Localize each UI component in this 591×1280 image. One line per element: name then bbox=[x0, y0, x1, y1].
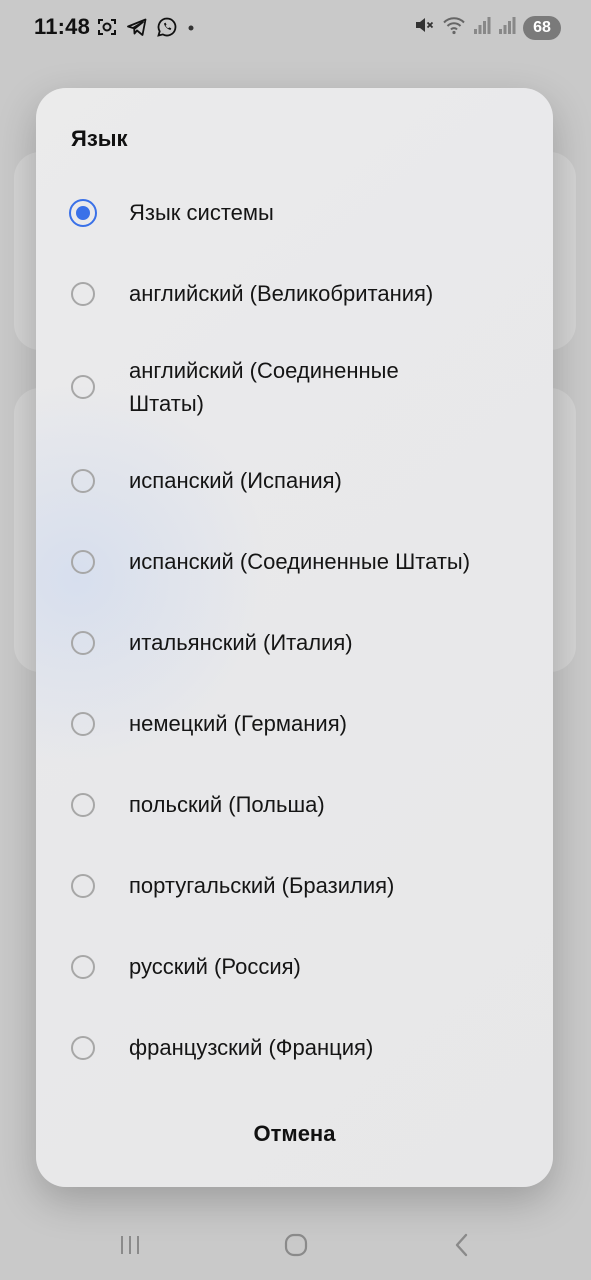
radio-unselected-icon[interactable] bbox=[71, 792, 95, 817]
notification-dot-icon bbox=[186, 16, 196, 43]
language-dialog: Язык Язык системы английский (Великобрит… bbox=[36, 88, 553, 1187]
option-label: испанский (Соединенные Штаты) bbox=[129, 549, 471, 574]
language-option-german[interactable]: немецкий (Германия) bbox=[36, 683, 553, 764]
option-label: французский (Франция) bbox=[129, 1035, 374, 1060]
radio-unselected-icon[interactable] bbox=[71, 375, 95, 399]
language-option-french[interactable]: французский (Франция) bbox=[36, 1007, 553, 1088]
radio-unselected-icon[interactable] bbox=[71, 873, 95, 898]
dialog-title: Язык bbox=[71, 126, 128, 151]
navigation-bar bbox=[0, 1210, 591, 1280]
notification-icons bbox=[96, 16, 196, 43]
option-label: португальский (Бразилия) bbox=[129, 873, 395, 898]
language-option-portuguese[interactable]: португальский (Бразилия) bbox=[36, 845, 553, 926]
language-option-english-uk[interactable]: английский (Великобритания) bbox=[36, 253, 553, 334]
radio-unselected-icon[interactable] bbox=[71, 711, 95, 736]
mute-icon bbox=[413, 14, 435, 41]
option-label: английский (Соединенные Штаты) bbox=[129, 358, 399, 416]
signal-icon-sim1 bbox=[473, 14, 491, 41]
screenshot-icon bbox=[96, 16, 118, 43]
option-label: испанский (Испания) bbox=[129, 468, 342, 493]
language-option-spanish-us[interactable]: испанский (Соединенные Штаты) bbox=[36, 521, 553, 602]
whatsapp-icon bbox=[156, 16, 178, 43]
radio-unselected-icon[interactable] bbox=[71, 954, 95, 979]
radio-unselected-icon[interactable] bbox=[71, 281, 95, 306]
telegram-icon bbox=[126, 16, 148, 43]
language-option-italian[interactable]: итальянский (Италия) bbox=[36, 602, 553, 683]
option-label: немецкий (Германия) bbox=[129, 711, 347, 736]
option-label: русский (Россия) bbox=[129, 954, 301, 979]
back-icon[interactable] bbox=[442, 1230, 482, 1260]
option-label: итальянский (Италия) bbox=[129, 630, 353, 655]
battery-icon: 68 bbox=[523, 15, 561, 40]
radio-unselected-icon[interactable] bbox=[71, 549, 95, 574]
radio-unselected-icon[interactable] bbox=[71, 1035, 95, 1060]
option-label: Язык системы bbox=[129, 200, 274, 225]
language-option-russian[interactable]: русский (Россия) bbox=[36, 926, 553, 1007]
status-bar: 11:48 68 bbox=[0, 0, 591, 56]
option-label: польский (Польша) bbox=[129, 792, 325, 817]
language-option-polish[interactable]: польский (Польша) bbox=[36, 764, 553, 845]
wifi-icon bbox=[442, 14, 466, 41]
signal-icon-sim2 bbox=[498, 14, 516, 41]
radio-unselected-icon[interactable] bbox=[71, 468, 95, 493]
language-option-system[interactable]: Язык системы bbox=[36, 172, 553, 253]
radio-unselected-icon[interactable] bbox=[71, 630, 95, 655]
language-options-list: Язык системы английский (Великобритания)… bbox=[36, 172, 553, 1088]
radio-selected-icon[interactable] bbox=[69, 198, 97, 227]
home-icon[interactable] bbox=[276, 1230, 316, 1260]
cancel-button[interactable]: Отмена bbox=[36, 1099, 553, 1169]
recent-apps-icon[interactable] bbox=[110, 1230, 150, 1260]
option-label: английский (Великобритания) bbox=[129, 281, 434, 306]
system-status-icons: 68 bbox=[413, 14, 561, 41]
language-option-spanish-spain[interactable]: испанский (Испания) bbox=[36, 440, 553, 521]
language-option-english-us[interactable]: английский (Соединенные Штаты) bbox=[36, 334, 553, 440]
status-time: 11:48 bbox=[34, 14, 91, 39]
